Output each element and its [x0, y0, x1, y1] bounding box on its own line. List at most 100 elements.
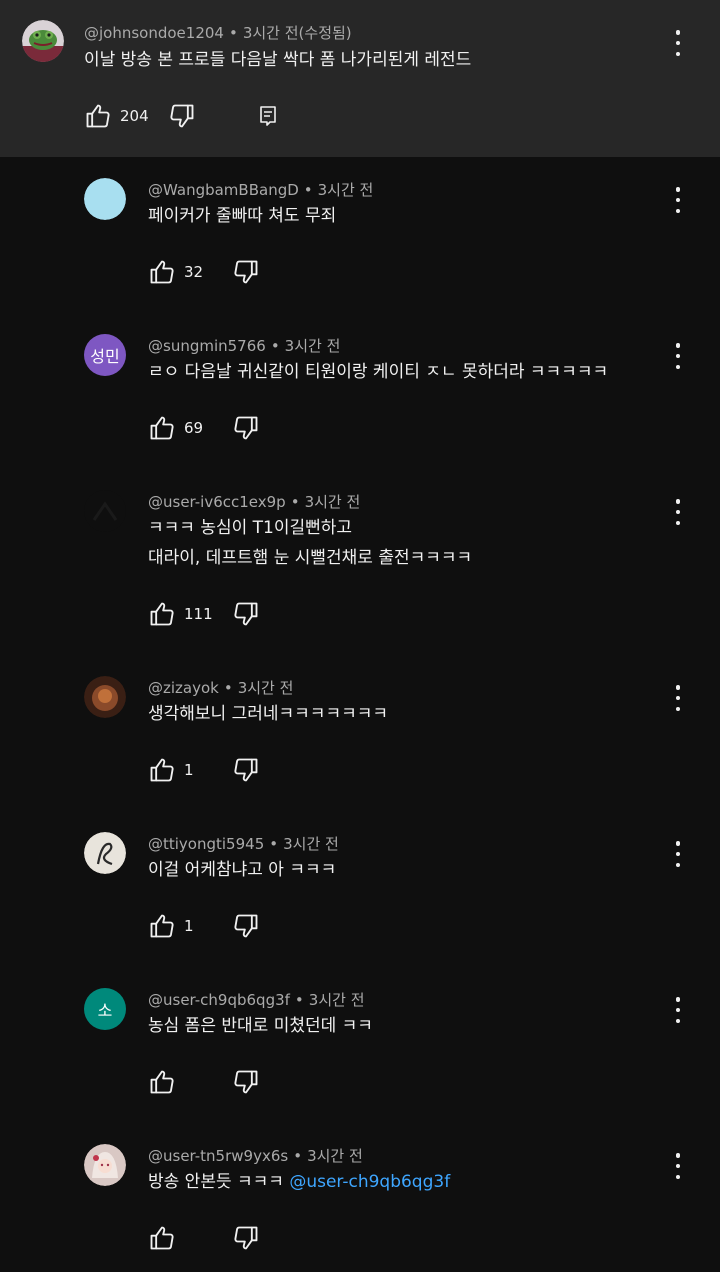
parent-comment: @johnsondoe1204 • 3시간 전(수정됨) 이날 방송 본 프로들 다…: [0, 0, 720, 157]
author-handle[interactable]: @ttiyongti5945: [148, 835, 264, 853]
author-handle[interactable]: @sungmin5766: [148, 337, 266, 355]
reply-comment: 소 @user-ch9qb6qg3f • 3시간 전 농심 폼은 반대로 미쳤던데 …: [0, 967, 720, 1123]
reply-avatar[interactable]: 소: [84, 988, 126, 1030]
like-count: 1: [184, 917, 194, 935]
meta-separator: •: [269, 835, 279, 853]
comment-text: 이날 방송 본 프로들 다음날 싹다 폼 나가리된게 레전드: [84, 50, 472, 70]
comment-text: ㄹㅇ 다음날 귀신같이 티원이랑 케이티 ㅈㄴ 못하더라 ㅋㅋㅋㅋㅋ: [148, 362, 609, 382]
meta-separator: •: [293, 1147, 303, 1165]
comment-time: 3시간 전: [307, 1147, 363, 1165]
more-vert-icon[interactable]: [668, 187, 688, 213]
thumbs-down-icon[interactable]: [232, 1068, 260, 1096]
more-vert-icon[interactable]: [668, 841, 688, 867]
comment-time: 3시간 전: [304, 493, 361, 511]
reply-icon[interactable]: [256, 104, 280, 128]
comment-meta: @WangbamBBangD • 3시간 전: [148, 179, 373, 200]
like-count: 111: [184, 605, 213, 623]
more-vert-icon[interactable]: [668, 685, 688, 711]
comment-text: 농심 폼은 반대로 미쳤던데 ㅋㅋ: [148, 1016, 373, 1036]
avatar-dark-icon: [84, 490, 126, 532]
reply-comment: @WangbamBBangD • 3시간 전 페이커가 줄빠따 쳐도 무죄 32: [0, 157, 720, 313]
thumbs-down-icon[interactable]: [232, 600, 260, 628]
thumbs-down-icon[interactable]: [232, 258, 260, 286]
comment-meta: @johnsondoe1204 • 3시간 전(수정됨): [84, 22, 352, 43]
comment-text-line-1: ㅋㅋㅋ 농심이 T1이길뻔하고: [148, 518, 353, 538]
comment-time: 3시간 전: [308, 991, 365, 1009]
comment-meta: @ttiyongti5945 • 3시간 전: [148, 833, 339, 854]
like-count: 204: [120, 107, 149, 125]
comment-time: 3시간 전(수정됨): [242, 24, 352, 42]
thumbs-up-icon[interactable]: [148, 1224, 176, 1252]
comment-text: 이걸 어케참냐고 아 ㅋㅋㅋ: [148, 860, 337, 880]
more-vert-icon[interactable]: [668, 30, 688, 56]
reply-comment: @user-iv6cc1ex9p • 3시간 전 ㅋㅋㅋ 농심이 T1이길뻔하고 대…: [0, 469, 720, 655]
thumbs-down-icon[interactable]: [232, 912, 260, 940]
comment-actions: [148, 1067, 260, 1097]
like-count: 32: [184, 263, 204, 281]
thumbs-down-icon[interactable]: [232, 414, 260, 442]
comment-text: 방송 안본듯 ㅋㅋㅋ @user-ch9qb6qg3f: [148, 1167, 450, 1197]
comment-text-body: 방송 안본듯 ㅋㅋㅋ: [148, 1172, 290, 1192]
more-vert-icon[interactable]: [668, 499, 688, 525]
reply-avatar[interactable]: [84, 832, 126, 874]
meta-separator: •: [294, 991, 304, 1009]
comment-text: 페이커가 줄빠따 쳐도 무죄: [148, 206, 337, 226]
reply-avatar[interactable]: [84, 490, 126, 532]
thumbs-down-icon[interactable]: [168, 102, 196, 130]
more-vert-icon[interactable]: [668, 343, 688, 369]
thumbs-up-icon[interactable]: [148, 912, 176, 940]
thumbs-down-icon[interactable]: [232, 756, 260, 784]
avatar-anime-icon: [84, 1144, 126, 1186]
comment-meta: @user-tn5rw9yx6s • 3시간 전: [148, 1145, 363, 1166]
comment-actions: [148, 1223, 260, 1253]
mention-link[interactable]: @user-ch9qb6qg3f: [289, 1172, 450, 1192]
meta-separator: •: [228, 24, 238, 42]
reply-avatar[interactable]: 성민: [84, 334, 126, 376]
reply-comment: @user-tn5rw9yx6s • 3시간 전 방송 안본듯 ㅋㅋㅋ @user-…: [0, 1123, 720, 1272]
author-handle[interactable]: @user-tn5rw9yx6s: [148, 1147, 288, 1165]
parent-avatar[interactable]: [22, 20, 64, 62]
author-handle[interactable]: @johnsondoe1204: [84, 24, 224, 42]
reply-avatar[interactable]: [84, 1144, 126, 1186]
author-handle[interactable]: @user-iv6cc1ex9p: [148, 493, 286, 511]
comment-actions: 32: [148, 257, 260, 287]
thumbs-up-icon[interactable]: [148, 600, 176, 628]
author-handle[interactable]: @WangbamBBangD: [148, 181, 299, 199]
thumbs-down-icon[interactable]: [232, 1224, 260, 1252]
comment-text: 생각해보니 그러네ㅋㅋㅋㅋㅋㅋㅋ: [148, 704, 389, 724]
comment-actions: 111: [148, 599, 260, 629]
reply-comment: @zizayok • 3시간 전 생각해보니 그러네ㅋㅋㅋㅋㅋㅋㅋ 1: [0, 655, 720, 811]
comment-actions: 69: [148, 413, 260, 443]
reply-avatar[interactable]: [84, 178, 126, 220]
more-vert-icon[interactable]: [668, 1153, 688, 1179]
avatar-circle-icon: [84, 178, 126, 220]
reply-avatar[interactable]: [84, 676, 126, 718]
comment-actions: 1: [148, 911, 260, 941]
thumbs-up-icon[interactable]: [148, 756, 176, 784]
comment-actions: 1: [148, 755, 260, 785]
meta-separator: •: [290, 493, 300, 511]
meta-separator: •: [223, 679, 233, 697]
comment-actions: 204: [84, 101, 280, 131]
comment-time: 3시간 전: [237, 679, 294, 697]
reply-comment: 성민 @sungmin5766 • 3시간 전 ㄹㅇ 다음날 귀신같이 티원이랑 케…: [0, 313, 720, 469]
thumbs-up-icon[interactable]: [84, 102, 112, 130]
thumbs-up-icon[interactable]: [148, 414, 176, 442]
avatar-photo-icon: [84, 676, 126, 718]
comment-time: 3시간 전: [317, 181, 374, 199]
comment-meta: @user-ch9qb6qg3f • 3시간 전: [148, 989, 365, 1010]
comment-meta: @user-iv6cc1ex9p • 3시간 전: [148, 491, 360, 512]
thumbs-up-icon[interactable]: [148, 258, 176, 286]
author-handle[interactable]: @user-ch9qb6qg3f: [148, 991, 290, 1009]
reply-comment: @ttiyongti5945 • 3시간 전 이걸 어케참냐고 아 ㅋㅋㅋ 1: [0, 811, 720, 967]
more-vert-icon[interactable]: [668, 997, 688, 1023]
thumbs-up-icon[interactable]: [148, 1068, 176, 1096]
meta-separator: •: [303, 181, 313, 199]
comment-text-line-2: 대라이, 데프트햄 눈 시뻘건채로 출전ㅋㅋㅋㅋ: [148, 548, 473, 568]
frog-avatar-icon: [22, 20, 64, 62]
like-count: 69: [184, 419, 204, 437]
comment-time: 3시간 전: [283, 835, 339, 853]
like-count: 1: [184, 761, 194, 779]
avatar-drawing-icon: [84, 832, 126, 874]
author-handle[interactable]: @zizayok: [148, 679, 219, 697]
